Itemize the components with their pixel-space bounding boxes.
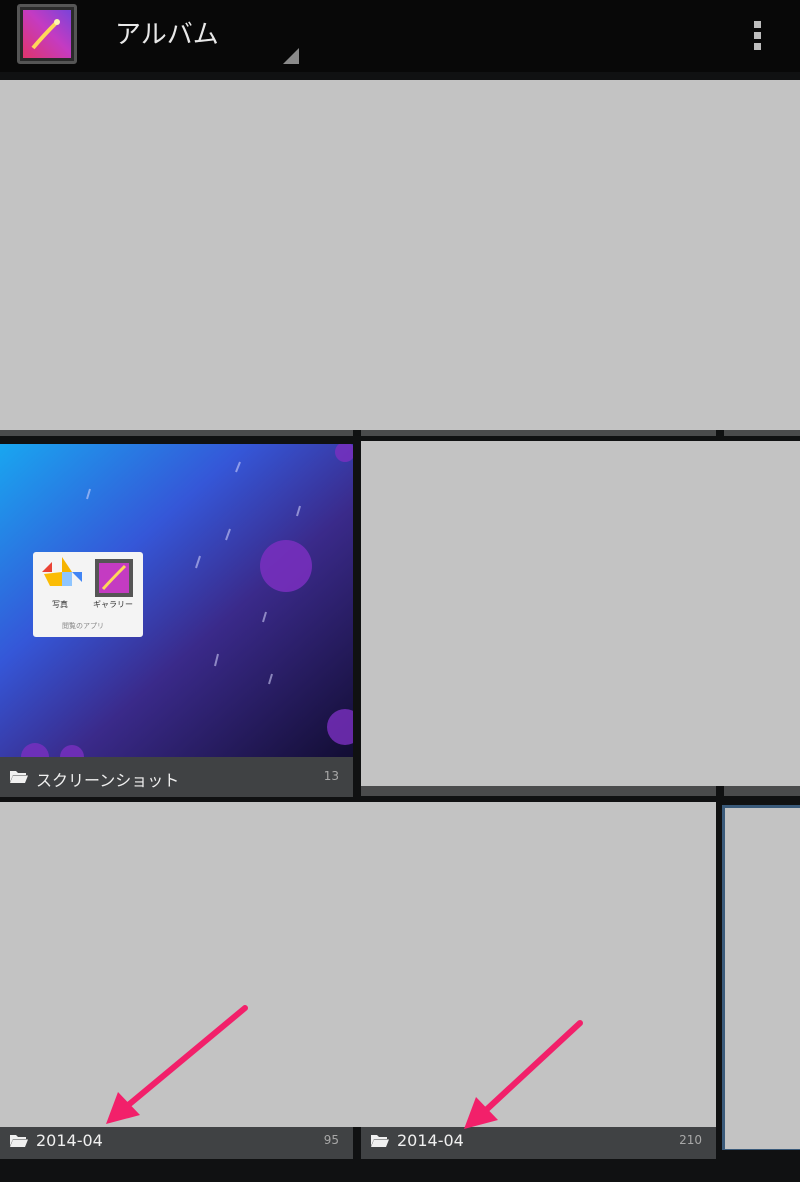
spinner-indicator-icon (283, 48, 299, 64)
action-bar: アルバム (0, 0, 800, 72)
page-title[interactable]: アルバム (115, 14, 219, 51)
tile-edge (361, 786, 716, 796)
overflow-menu-icon[interactable] (740, 16, 776, 56)
album-label-bar: スクリーンショット 13 (0, 757, 353, 797)
album-name: スクリーンショット (36, 771, 180, 790)
album-label-bar: 2014-04 210 (361, 1127, 716, 1159)
album-tile-right[interactable] (725, 808, 800, 1149)
tile-edge (0, 430, 353, 436)
album-count: 13 (323, 769, 339, 783)
album-tile-middle[interactable] (361, 441, 800, 786)
album-tile-bottom[interactable] (0, 802, 716, 1159)
album-count: 95 (323, 1133, 339, 1147)
album-count: 210 (679, 1133, 702, 1147)
album-tile-screenshots[interactable]: 写真 ギャラリー 閲覧のアプリ スクリーンショット 13 (0, 444, 353, 797)
tile-edge (724, 430, 800, 436)
gallery-app-label: ギャラリー (93, 600, 133, 609)
photos-app-label: 写真 (52, 600, 68, 609)
tile-edge (724, 786, 800, 796)
folder-icon (371, 1135, 389, 1147)
tile-edge (361, 430, 716, 436)
tile-divider (353, 1127, 361, 1159)
app-picker-footer: 閲覧のアプリ (62, 622, 104, 630)
album-name: 2014-04 (36, 1131, 103, 1150)
folder-icon (10, 771, 28, 783)
folder-icon (10, 1135, 28, 1147)
gallery-app-icon[interactable] (17, 4, 77, 64)
album-label-bar: 2014-04 95 (0, 1127, 353, 1159)
album-name: 2014-04 (397, 1131, 464, 1150)
album-tile-top[interactable] (0, 80, 800, 430)
